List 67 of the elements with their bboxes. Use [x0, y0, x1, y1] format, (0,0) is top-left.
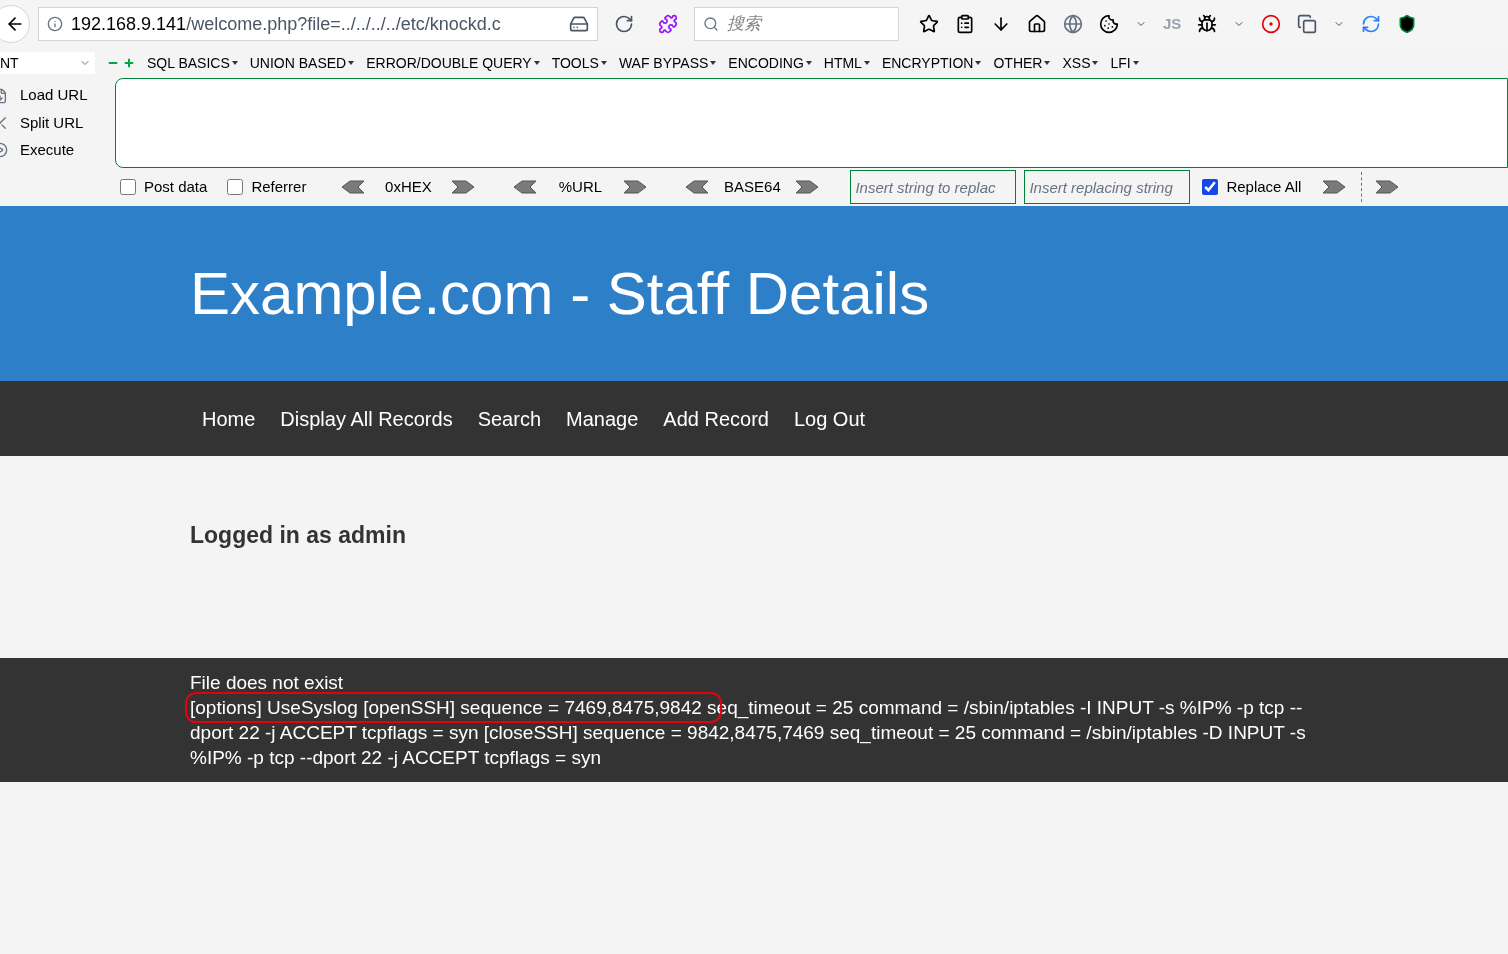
hackbar-menu[interactable]: UNION BASED — [249, 52, 355, 74]
hackbar-action[interactable]: Execute — [20, 139, 75, 162]
encoder-label: BASE64 — [723, 176, 782, 197]
logged-in-text: Logged in as admin — [190, 521, 407, 550]
target-icon[interactable] — [1261, 14, 1282, 34]
address-bar[interactable]: 192.168.9.141/welcome.php?file=../../../../etc/knockd.c — [38, 7, 598, 41]
caret-icon[interactable] — [710, 61, 717, 65]
home-icon[interactable] — [1027, 14, 1047, 34]
nav-link[interactable]: Add Record — [663, 403, 769, 434]
cookie-icon[interactable] — [1099, 14, 1119, 34]
replace-all-checkbox[interactable] — [1202, 179, 1219, 195]
checkbox-label: Referrer — [251, 176, 307, 197]
caret-icon[interactable] — [1132, 61, 1139, 65]
replace-field[interactable]: Insert replacing string — [1024, 170, 1191, 204]
hackbar-dropdown[interactable]: NT — [0, 52, 95, 74]
caret-icon[interactable] — [231, 61, 238, 65]
hackbar-menu[interactable]: XSS — [1062, 52, 1099, 74]
nav-link[interactable]: Home — [202, 403, 256, 434]
caret-icon[interactable] — [533, 61, 540, 65]
nav-link[interactable]: Search — [477, 403, 542, 434]
caret-icon[interactable] — [863, 61, 870, 65]
nav-link[interactable]: Log Out — [793, 403, 866, 434]
checkbox-label: Post data — [144, 176, 208, 197]
url-text: 192.168.9.141/welcome.php?file=../../../../etc/knockd.c — [71, 12, 502, 36]
caret-icon[interactable] — [805, 61, 812, 65]
hackbar-menu[interactable]: ERROR/DOUBLE QUERY — [366, 52, 540, 74]
info-icon[interactable] — [47, 16, 63, 32]
reload-icon[interactable] — [614, 14, 634, 34]
hackbar-menu[interactable]: LFI — [1110, 52, 1139, 74]
hackbar-menu[interactable]: SQL BASICS — [147, 52, 238, 74]
sync-icon[interactable] — [1361, 14, 1382, 34]
hackbar-menu[interactable]: WAF BYPASS — [618, 52, 717, 74]
nav-link[interactable]: Display All Records — [280, 403, 453, 434]
copy-icon[interactable] — [1297, 14, 1318, 34]
shield-icon[interactable] — [1397, 14, 1418, 34]
star-icon[interactable] — [919, 14, 939, 34]
output-text: File does not exist — [190, 671, 345, 695]
encoder-label: 0xHEX — [384, 176, 433, 197]
puzzle-icon[interactable] — [658, 14, 678, 34]
clipboard-icon[interactable] — [955, 14, 975, 34]
plus-icon[interactable] — [123, 57, 135, 69]
caret-icon[interactable] — [1044, 61, 1051, 65]
caret-icon[interactable] — [975, 61, 982, 65]
site-title: Example.com - Staff Details — [190, 258, 930, 329]
caret-icon[interactable] — [600, 61, 607, 65]
search-field[interactable]: 搜索 — [727, 11, 877, 37]
hackbar-menu[interactable]: OTHER — [993, 52, 1051, 74]
caret-icon[interactable] — [348, 61, 355, 65]
bug-icon[interactable] — [1197, 14, 1218, 34]
hackbar-action[interactable]: Load URL — [20, 84, 88, 107]
search-box[interactable]: 搜索 — [694, 7, 899, 41]
back-button[interactable] — [0, 5, 30, 43]
drive-icon[interactable] — [569, 14, 589, 34]
hackbar-menu[interactable]: ENCRYPTION — [881, 52, 982, 74]
hackbar-action[interactable]: Split URL — [20, 111, 84, 135]
replace-field[interactable]: Insert string to replac — [850, 170, 1017, 204]
caret-icon[interactable] — [1092, 61, 1099, 65]
hackbar-menu[interactable]: ENCODING — [728, 52, 812, 74]
encoder-label: %URL — [557, 176, 604, 197]
checkbox[interactable] — [227, 179, 244, 195]
globe-icon[interactable] — [1063, 14, 1083, 34]
search-icon[interactable] — [703, 16, 719, 32]
checkbox[interactable] — [120, 179, 136, 195]
checkbox-label: Replace All — [1226, 176, 1302, 197]
hackbar-menu[interactable]: HTML — [823, 52, 870, 74]
hackbar-menu[interactable]: TOOLS — [551, 52, 607, 74]
nav-link[interactable]: Manage — [566, 403, 639, 434]
